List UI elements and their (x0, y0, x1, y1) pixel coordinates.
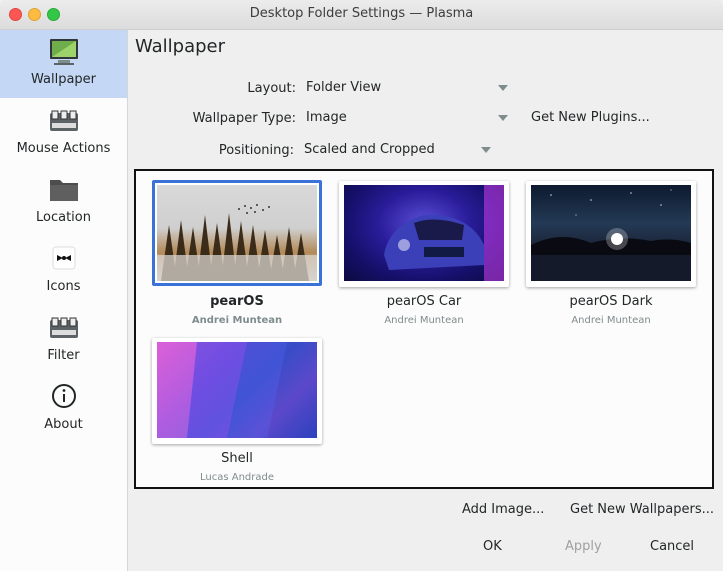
filter-icon (50, 317, 78, 338)
wallpaper-type-combobox[interactable]: Image (306, 110, 508, 128)
positioning-value: Scaled and Cropped (304, 142, 435, 157)
layout-value: Folder View (306, 80, 382, 95)
sidebar: Wallpaper Mouse Actions Location Icons F… (0, 30, 128, 571)
icons-icon (52, 246, 76, 270)
positioning-label: Positioning: (218, 143, 294, 158)
wallpaper-thumbnail-pearos-car[interactable] (339, 181, 509, 287)
wallpaper-thumbnail-pearos-dark[interactable] (526, 181, 696, 287)
layout-combobox[interactable]: Folder View (306, 80, 508, 98)
sidebar-item-label: Location (36, 210, 91, 225)
get-new-plugins-button[interactable]: Get New Plugins... (531, 110, 650, 125)
get-new-wallpapers-button[interactable]: Get New Wallpapers... (570, 502, 714, 517)
sidebar-item-mouse-actions[interactable]: Mouse Actions (0, 99, 127, 167)
sidebar-item-label: Wallpaper (30, 72, 97, 87)
wallpaper-author: Andrei Muntean (384, 315, 464, 326)
wallpaper-preview-image (344, 185, 504, 281)
ok-button[interactable]: OK (483, 539, 502, 554)
title-bar[interactable]: Desktop Folder Settings — Plasma (0, 0, 723, 30)
wallpaper-grid: pearOS Andrei Muntean pearOS Car Andrei … (134, 169, 714, 489)
sidebar-item-label: Mouse Actions (16, 141, 111, 156)
info-icon (52, 384, 76, 408)
positioning-combobox[interactable]: Scaled and Cropped (304, 142, 491, 160)
sidebar-item-label: Icons (46, 279, 81, 294)
chevron-down-icon (481, 147, 491, 153)
wallpaper-thumbnail-shell[interactable] (152, 338, 322, 444)
wallpaper-name: pearOS Car (386, 294, 462, 309)
wallpaper-icon (50, 39, 78, 65)
wallpaper-name: pearOS Dark (569, 294, 653, 309)
wallpaper-preview-image (531, 185, 691, 281)
wallpaper-preview-image (157, 185, 317, 281)
sidebar-item-filter[interactable]: Filter (0, 306, 127, 374)
wallpaper-name: pearOS (210, 294, 264, 309)
wallpaper-name: Shell (221, 451, 253, 466)
sidebar-item-about[interactable]: About (0, 375, 127, 443)
wallpaper-author: Lucas Andrade (199, 472, 274, 483)
sidebar-item-label: About (44, 417, 83, 432)
sidebar-item-label: Filter (47, 348, 80, 363)
window-title: Desktop Folder Settings — Plasma (249, 6, 474, 21)
apply-button[interactable]: Apply (565, 539, 602, 554)
wallpaper-preview-image (157, 342, 317, 438)
page-title: Wallpaper (135, 36, 226, 57)
wallpaper-author: Andrei Muntean (571, 315, 651, 326)
folder-icon (50, 180, 78, 201)
mouse-actions-icon (50, 110, 78, 131)
wallpaper-thumbnail-pearos[interactable] (152, 180, 322, 286)
add-image-button[interactable]: Add Image... (462, 502, 544, 517)
sidebar-item-location[interactable]: Location (0, 168, 127, 236)
wallpaper-type-label: Wallpaper Type: (192, 111, 296, 126)
settings-window: Desktop Folder Settings — Plasma Wallpap… (0, 0, 723, 571)
sidebar-item-icons[interactable]: Icons (0, 237, 127, 305)
cancel-button[interactable]: Cancel (650, 539, 694, 554)
chevron-down-icon (498, 85, 508, 91)
sidebar-item-wallpaper[interactable]: Wallpaper (0, 30, 127, 98)
chevron-down-icon (498, 115, 508, 121)
wallpaper-author: Andrei Muntean (191, 315, 283, 326)
layout-label: Layout: (247, 81, 296, 96)
wallpaper-type-value: Image (306, 110, 347, 125)
